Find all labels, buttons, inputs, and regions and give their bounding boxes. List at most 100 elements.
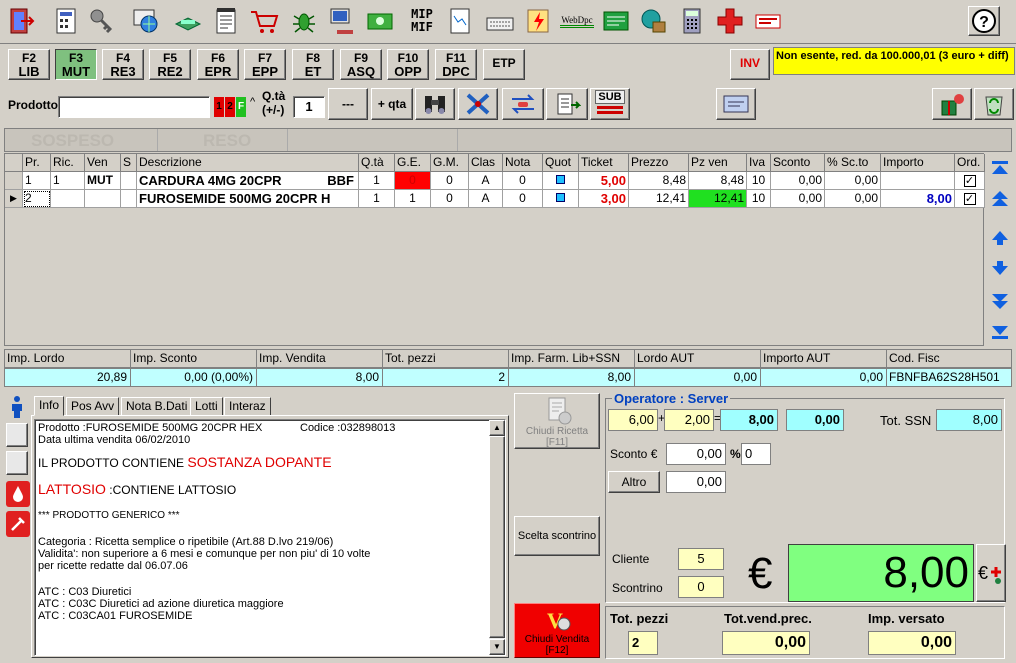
- person-icon[interactable]: [8, 395, 26, 422]
- blank-slot-icon[interactable]: [6, 423, 28, 447]
- header-clas[interactable]: Clas: [469, 154, 503, 172]
- cell-gm[interactable]: 0: [431, 172, 469, 190]
- swap-pills-icon[interactable]: [502, 88, 544, 120]
- info-scrollbar[interactable]: ▲ ▼: [489, 420, 505, 655]
- fkey-f6-button[interactable]: F6 EPR: [197, 49, 239, 80]
- tot-pezzi-field[interactable]: 2: [628, 631, 658, 655]
- cell-descrizione[interactable]: CARDURA 4MG 20CPR BBF: [137, 172, 359, 190]
- cell-gm[interactable]: 0: [431, 190, 469, 208]
- monitor-hand-icon[interactable]: [326, 5, 358, 37]
- cell-importo[interactable]: [881, 172, 955, 190]
- cell-ric[interactable]: 1: [51, 172, 85, 190]
- tab-info[interactable]: Info: [34, 396, 65, 416]
- cell-prezzo[interactable]: 8,48: [629, 172, 689, 190]
- ord-checkbox[interactable]: ✓: [963, 193, 976, 205]
- recycle-bin-icon[interactable]: [974, 88, 1014, 120]
- info-panel[interactable]: Prodotto :FUROSEMIDE 500MG 20CPR HEX Codi…: [34, 419, 506, 656]
- percent-field[interactable]: 0: [741, 443, 771, 465]
- notepad-icon[interactable]: [210, 5, 242, 37]
- header-sconto[interactable]: Sconto: [771, 154, 825, 172]
- scelta-scontrino-button[interactable]: Scelta scontrino: [514, 516, 600, 556]
- money-icon[interactable]: [364, 5, 396, 37]
- ticket-icon[interactable]: [752, 5, 784, 37]
- cell-nota[interactable]: 0: [503, 190, 543, 208]
- tab-pos-avv[interactable]: Pos Avv: [66, 397, 120, 416]
- row-indicator[interactable]: [5, 172, 23, 190]
- cell-iva[interactable]: 10: [747, 190, 771, 208]
- scroll-down-icon[interactable]: ▼: [489, 639, 505, 655]
- cell-ge[interactable]: 1: [395, 190, 431, 208]
- cell-ric[interactable]: [51, 190, 85, 208]
- altro-button[interactable]: Altro: [608, 471, 660, 493]
- reso-label[interactable]: RESO: [203, 131, 251, 151]
- header-pr[interactable]: Pr.: [23, 154, 51, 172]
- tab-nota-bdati[interactable]: Nota B.Dati: [121, 397, 193, 416]
- etp-button[interactable]: ETP: [483, 49, 525, 80]
- fkey-f8-button[interactable]: F8 ET: [292, 49, 334, 80]
- calculator-panel-icon[interactable]: [50, 5, 82, 37]
- help-icon[interactable]: ?: [968, 6, 1000, 36]
- flag-1[interactable]: 1: [214, 97, 224, 117]
- header-gm[interactable]: G.M.: [431, 154, 469, 172]
- header-ric[interactable]: Ric.: [51, 154, 85, 172]
- cell-sconto[interactable]: 0,00: [771, 172, 825, 190]
- fkey-f11-button[interactable]: F11 DPC: [435, 49, 477, 80]
- move-bottom-icon[interactable]: [988, 318, 1012, 345]
- row-up-icon[interactable]: [988, 226, 1012, 253]
- flag-f[interactable]: F: [236, 97, 246, 117]
- header-descrizione[interactable]: Descrizione: [137, 154, 359, 172]
- tab-interaz[interactable]: Interaz: [224, 397, 271, 416]
- fkey-f9-button[interactable]: F9 ASQ: [340, 49, 382, 80]
- header-s[interactable]: S: [121, 154, 137, 172]
- fkey-f10-button[interactable]: F10 OPP: [387, 49, 429, 80]
- table-row[interactable]: ▶ 2 FUROSEMIDE 500MG 20CPR H 1 1 0 A 0 3…: [5, 190, 985, 208]
- sub-button[interactable]: SUB: [590, 88, 630, 120]
- page-down-icon[interactable]: [988, 288, 1012, 315]
- move-top-icon[interactable]: [988, 158, 1012, 185]
- mip-mif-icon[interactable]: MIP MIF: [404, 5, 440, 37]
- cell-ge[interactable]: 0: [395, 172, 431, 190]
- ticket-b-field[interactable]: 2,00: [664, 409, 714, 431]
- cliente-field[interactable]: 5: [678, 548, 724, 570]
- cell-importo[interactable]: 8,00: [881, 190, 955, 208]
- cart-icon[interactable]: [248, 5, 280, 37]
- page-up-icon[interactable]: [988, 188, 1012, 215]
- cell-pr[interactable]: 2: [23, 190, 51, 208]
- cell-pzven[interactable]: 8,48: [689, 172, 747, 190]
- stamp-icon[interactable]: [172, 5, 204, 37]
- drop-icon[interactable]: [6, 481, 30, 507]
- lightning-doc-icon[interactable]: [522, 5, 554, 37]
- qty-input[interactable]: 1: [293, 96, 325, 118]
- exit-icon[interactable]: [6, 5, 38, 37]
- cell-ticket[interactable]: 3,00: [579, 190, 629, 208]
- webdpc-icon[interactable]: WebDpc: [558, 5, 596, 37]
- tools-icon[interactable]: [458, 88, 498, 120]
- cell-descrizione[interactable]: FUROSEMIDE 500MG 20CPR H: [137, 190, 359, 208]
- tot-ssn-field[interactable]: 8,00: [936, 409, 1002, 431]
- header-quot[interactable]: Quot: [543, 154, 579, 172]
- cell-clas[interactable]: A: [469, 190, 503, 208]
- header-iva[interactable]: Iva: [747, 154, 771, 172]
- scroll-thumb[interactable]: [489, 436, 505, 638]
- extra-field[interactable]: 0,00: [786, 409, 844, 431]
- keyboard-icon[interactable]: [484, 5, 516, 37]
- table-row[interactable]: 1 1 MUT CARDURA 4MG 20CPR BBF 1 0 0 A 0 5…: [5, 172, 985, 190]
- tab-lotti[interactable]: Lotti: [190, 397, 223, 416]
- header-ticket[interactable]: Ticket: [579, 154, 629, 172]
- ticket-sum-field[interactable]: 8,00: [720, 409, 778, 431]
- red-cross-icon[interactable]: [714, 5, 746, 37]
- cell-s[interactable]: [121, 172, 137, 190]
- current-row-arrow-icon[interactable]: ▶: [5, 190, 23, 208]
- cell-iva[interactable]: 10: [747, 172, 771, 190]
- header-ord[interactable]: Ord.: [955, 154, 985, 172]
- sconto-field[interactable]: 0,00: [666, 443, 726, 465]
- cell-ord[interactable]: ✓: [955, 190, 985, 208]
- header-pzven[interactable]: Pz ven: [689, 154, 747, 172]
- globe-monitor-icon[interactable]: [130, 5, 162, 37]
- add-qty-button[interactable]: + qta: [371, 88, 413, 120]
- cell-s[interactable]: [121, 190, 137, 208]
- cell-clas[interactable]: A: [469, 172, 503, 190]
- header-nota[interactable]: Nota: [503, 154, 543, 172]
- card-reader-icon[interactable]: [716, 88, 756, 120]
- cell-quot[interactable]: [543, 172, 579, 190]
